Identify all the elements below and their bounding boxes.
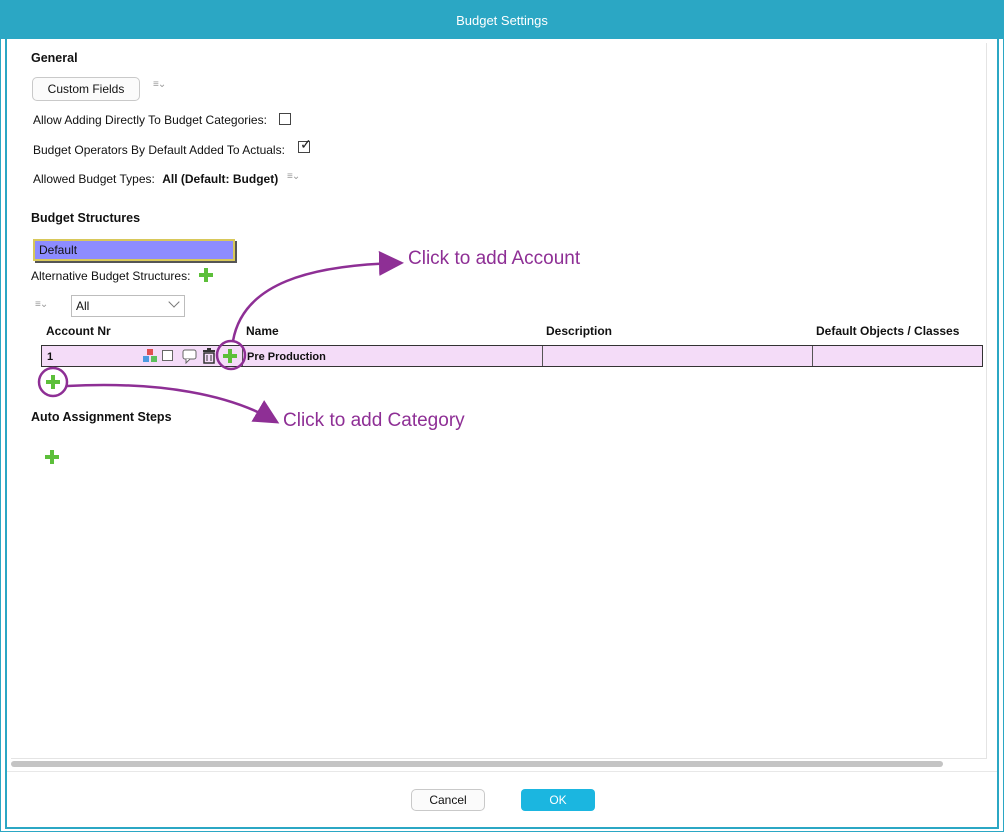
dialog-body: General Custom Fields ≡⌄ Allow Adding Di… — [5, 39, 999, 829]
cancel-button[interactable]: Cancel — [411, 789, 485, 811]
highlight-circle-category — [37, 366, 69, 398]
ok-button[interactable]: OK — [521, 789, 595, 811]
annotation-add-account: Click to add Account — [408, 248, 581, 269]
budget-settings-window: Budget Settings General Custom Fields ≡⌄… — [0, 0, 1004, 832]
arrow-add-category — [66, 383, 280, 424]
horizontal-scrollbar[interactable] — [11, 761, 943, 767]
highlight-circle-account — [215, 339, 247, 371]
footer-divider — [7, 771, 997, 772]
settings-content: General Custom Fields ≡⌄ Allow Adding Di… — [11, 43, 987, 759]
window-title: Budget Settings — [1, 1, 1003, 39]
annotation-add-category: Click to add Category — [283, 410, 465, 431]
arrow-add-account — [231, 250, 404, 342]
